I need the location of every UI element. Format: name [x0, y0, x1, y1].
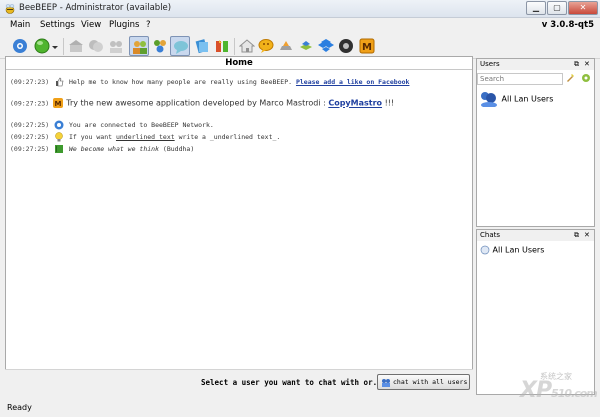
profile-disabled-icon[interactable]	[66, 36, 86, 56]
chats-view-icon[interactable]	[170, 36, 190, 56]
group-disabled-icon[interactable]	[106, 36, 126, 56]
watermark-subtext: 510.com	[551, 387, 598, 400]
watermark-logo: XP510.com	[520, 378, 598, 403]
book-icon	[54, 144, 64, 154]
chat-list-label: All Lan Users	[492, 245, 545, 255]
menu-main[interactable]: Main	[10, 20, 30, 30]
users-group-icon	[382, 379, 390, 387]
marco-app-icon[interactable]: M	[357, 36, 377, 56]
message-timestamp: (09:27:25)	[10, 121, 50, 129]
message-timestamp: (09:27:23)	[10, 99, 50, 108]
window-title: BeeBEEP - Administrator (available)	[19, 3, 172, 13]
status-dropdown-icon[interactable]	[51, 36, 60, 56]
copymastro-link[interactable]: CopyMastro	[328, 99, 382, 108]
status-text: Ready	[7, 403, 32, 412]
home-tab-title: Home	[6, 57, 472, 70]
quote-text: We become what we think	[68, 145, 159, 153]
facebook-link[interactable]: Please add a like on Facebook	[296, 78, 410, 86]
message-text: write a _underlined text_.	[178, 133, 281, 141]
message-timestamp: (09:27:25)	[10, 133, 50, 141]
minimize-button[interactable]: ▁	[526, 1, 546, 15]
network-icon	[54, 120, 64, 130]
chats-dock: Chats ⧉ ✕ All Lan Users	[476, 229, 595, 395]
emoticon-icon[interactable]	[256, 36, 276, 56]
thumbs-up-icon	[54, 77, 64, 87]
chat-message: (09:27:23) Help me to know how many peop…	[10, 77, 409, 87]
network-icon[interactable]	[10, 36, 30, 56]
clear-search-icon[interactable]	[565, 73, 575, 85]
svg-text:M: M	[54, 100, 61, 108]
groups-view-icon[interactable]	[150, 36, 170, 56]
svg-text:M: M	[362, 42, 372, 53]
user-options-icon[interactable]	[581, 73, 591, 85]
main-window: BeeBEEP - Administrator (available) ▁ ▢ …	[0, 0, 600, 417]
menu-bar: Main Settings View Plugins ? v 3.0.8-qt5	[0, 18, 600, 33]
transfer-icon[interactable]	[212, 36, 232, 56]
undock-icon[interactable]: ⧉	[574, 59, 579, 70]
select-user-prompt: Select a user you want to chat with or..…	[201, 378, 387, 387]
chat-input-bar: Select a user you want to chat with or..…	[5, 369, 473, 395]
undock-icon[interactable]: ⧉	[574, 230, 579, 241]
chat-all-label: chat with all users	[393, 378, 468, 386]
file-share-icon[interactable]	[192, 36, 212, 56]
message-timestamp: (09:27:23)	[10, 78, 50, 86]
marco-app-icon: M	[52, 98, 63, 108]
user-list-label: All Lan Users	[501, 94, 554, 104]
network-share-icon[interactable]	[296, 36, 316, 56]
message-suffix: !!!	[384, 98, 395, 108]
chats-dock-label: Chats	[480, 231, 501, 239]
title-bar: BeeBEEP - Administrator (available) ▁ ▢ …	[0, 0, 600, 18]
menu-help[interactable]: ?	[146, 20, 151, 30]
dropbox-icon[interactable]	[316, 36, 336, 56]
chat-message: (09:27:25) We become what we think (Budd…	[10, 144, 194, 154]
lightbulb-icon	[54, 132, 64, 142]
status-online-icon[interactable]	[32, 36, 52, 56]
menu-plugins[interactable]: Plugins	[109, 20, 139, 30]
search-input[interactable]: Search	[477, 73, 563, 85]
user-list-item[interactable]: All Lan Users	[479, 91, 554, 108]
message-text: If you want	[68, 133, 113, 141]
message-timestamp: (09:27:25)	[10, 145, 50, 153]
chat-message: (09:27:25) If you want underlined text w…	[10, 132, 280, 142]
chat-message: (09:27:23) M Try the new awesome applica…	[10, 98, 394, 108]
message-text: Help me to know how many people are real…	[68, 78, 293, 86]
chat-disabled-icon[interactable]	[86, 36, 106, 56]
message-text: You are connected to BeeBEEP Network.	[68, 121, 214, 129]
chat-bubble-icon	[480, 245, 490, 255]
chat-list-item[interactable]: All Lan Users	[480, 245, 544, 255]
users-view-icon[interactable]	[129, 36, 149, 56]
record-icon[interactable]	[336, 36, 356, 56]
watermark-text: XP	[520, 378, 552, 403]
dock-close-icon[interactable]: ✕	[584, 59, 590, 70]
version-label: v 3.0.8-qt5	[541, 20, 594, 30]
close-button[interactable]: ✕	[568, 1, 598, 15]
home-panel: Home (09:27:23) Help me to know how many…	[5, 56, 473, 395]
bee-logo-icon	[4, 3, 16, 15]
broadcast-icon[interactable]	[276, 36, 296, 56]
message-text: Try the new awesome application develope…	[66, 98, 326, 108]
chats-dock-title: Chats ⧉ ✕	[477, 230, 594, 241]
users-dock-title: Users ⧉ ✕	[477, 59, 594, 70]
users-group-icon	[481, 92, 497, 108]
quote-author: (Buddha)	[162, 145, 195, 153]
dock-close-icon[interactable]: ✕	[584, 230, 590, 241]
underlined-text: underlined text	[115, 133, 175, 141]
maximize-button[interactable]: ▢	[547, 1, 567, 15]
chat-with-all-users-button[interactable]: chat with all users	[377, 374, 470, 390]
menu-settings[interactable]: Settings	[40, 20, 75, 30]
home-icon[interactable]	[237, 36, 257, 56]
users-dock: Users ⧉ ✕ Search All Lan Users	[476, 58, 595, 227]
users-dock-label: Users	[480, 60, 500, 68]
chat-message: (09:27:25) You are connected to BeeBEEP …	[10, 120, 214, 130]
status-bar: Ready	[0, 398, 600, 417]
menu-view[interactable]: View	[81, 20, 101, 30]
